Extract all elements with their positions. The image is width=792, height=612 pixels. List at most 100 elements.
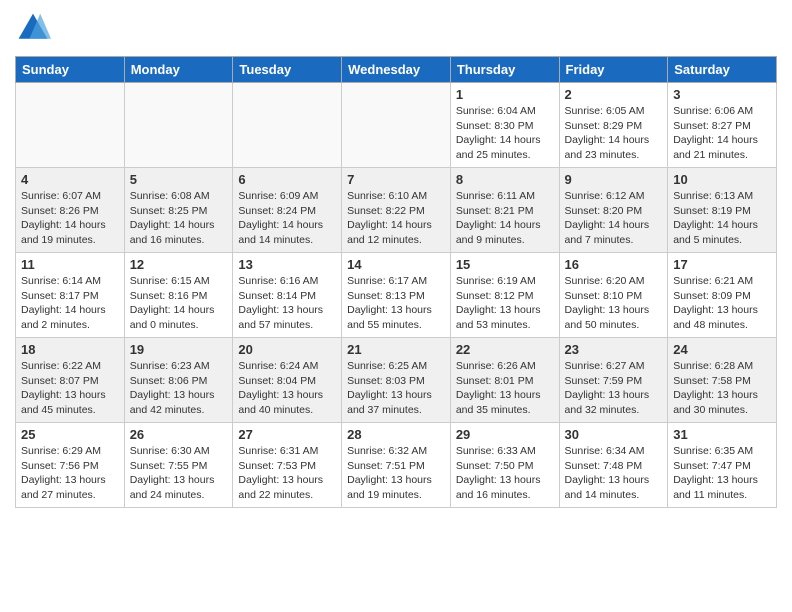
day-info: Sunrise: 6:07 AM Sunset: 8:26 PM Dayligh… — [21, 189, 119, 248]
logo-icon — [15, 10, 51, 46]
calendar-cell: 28 Sunrise: 6:32 AM Sunset: 7:51 PM Dayli… — [342, 423, 451, 508]
day-number: 31 — [673, 427, 771, 442]
day-info: Sunrise: 6:06 AM Sunset: 8:27 PM Dayligh… — [673, 104, 771, 163]
calendar-cell: 22Sunrise: 6:26 AM Sunset: 8:01 PM Dayli… — [450, 338, 559, 423]
header — [15, 10, 777, 46]
calendar-cell: 11 Sunrise: 6:14 AM Sunset: 8:17 PM Dayli… — [16, 253, 125, 338]
day-number: 17 — [673, 257, 771, 272]
calendar-cell: 13Sunrise: 6:16 AM Sunset: 8:14 PM Dayli… — [233, 253, 342, 338]
week-row-4: 18 Sunrise: 6:22 AM Sunset: 8:07 PM Dayli… — [16, 338, 777, 423]
day-number: 4 — [21, 172, 119, 187]
calendar-cell: 31 Sunrise: 6:35 AM Sunset: 7:47 PM Dayli… — [668, 423, 777, 508]
calendar-cell: 6 Sunrise: 6:09 AM Sunset: 8:24 PM Daylig… — [233, 168, 342, 253]
calendar-cell: 21 Sunrise: 6:25 AM Sunset: 8:03 PM Dayli… — [342, 338, 451, 423]
day-info: Sunrise: 6:09 AM Sunset: 8:24 PM Dayligh… — [238, 189, 336, 248]
day-number: 19 — [130, 342, 228, 357]
day-header-saturday: Saturday — [668, 57, 777, 83]
day-header-thursday: Thursday — [450, 57, 559, 83]
day-info: Sunrise: 6:35 AM Sunset: 7:47 PM Dayligh… — [673, 444, 771, 503]
calendar-cell: 14 Sunrise: 6:17 AM Sunset: 8:13 PM Dayli… — [342, 253, 451, 338]
week-row-2: 4 Sunrise: 6:07 AM Sunset: 8:26 PM Daylig… — [16, 168, 777, 253]
day-number: 8 — [456, 172, 554, 187]
day-number: 28 — [347, 427, 445, 442]
day-info: Sunrise: 6:16 AM Sunset: 8:14 PM Dayligh… — [238, 274, 336, 333]
calendar-cell: 5Sunrise: 6:08 AM Sunset: 8:25 PM Daylig… — [124, 168, 233, 253]
day-info: Sunrise: 6:25 AM Sunset: 8:03 PM Dayligh… — [347, 359, 445, 418]
day-number: 20 — [238, 342, 336, 357]
day-number: 6 — [238, 172, 336, 187]
day-number: 21 — [347, 342, 445, 357]
day-number: 16 — [565, 257, 663, 272]
day-number: 26 — [130, 427, 228, 442]
day-number: 22 — [456, 342, 554, 357]
day-info: Sunrise: 6:20 AM Sunset: 8:10 PM Dayligh… — [565, 274, 663, 333]
calendar-cell: 4 Sunrise: 6:07 AM Sunset: 8:26 PM Daylig… — [16, 168, 125, 253]
day-info: Sunrise: 6:32 AM Sunset: 7:51 PM Dayligh… — [347, 444, 445, 503]
day-number: 24 — [673, 342, 771, 357]
day-info: Sunrise: 6:31 AM Sunset: 7:53 PM Dayligh… — [238, 444, 336, 503]
calendar-header: SundayMondayTuesdayWednesdayThursdayFrid… — [16, 57, 777, 83]
day-info: Sunrise: 6:30 AM Sunset: 7:55 PM Dayligh… — [130, 444, 228, 503]
day-header-wednesday: Wednesday — [342, 57, 451, 83]
day-info: Sunrise: 6:23 AM Sunset: 8:06 PM Dayligh… — [130, 359, 228, 418]
day-info: Sunrise: 6:19 AM Sunset: 8:12 PM Dayligh… — [456, 274, 554, 333]
week-row-5: 25 Sunrise: 6:29 AM Sunset: 7:56 PM Dayli… — [16, 423, 777, 508]
day-info: Sunrise: 6:22 AM Sunset: 8:07 PM Dayligh… — [21, 359, 119, 418]
calendar-cell — [233, 83, 342, 168]
day-info: Sunrise: 6:27 AM Sunset: 7:59 PM Dayligh… — [565, 359, 663, 418]
calendar-cell: 2 Sunrise: 6:05 AM Sunset: 8:29 PM Daylig… — [559, 83, 668, 168]
day-info: Sunrise: 6:04 AM Sunset: 8:30 PM Dayligh… — [456, 104, 554, 163]
calendar-cell: 30Sunrise: 6:34 AM Sunset: 7:48 PM Dayli… — [559, 423, 668, 508]
calendar-cell: 9Sunrise: 6:12 AM Sunset: 8:20 PM Daylig… — [559, 168, 668, 253]
calendar-cell: 8 Sunrise: 6:11 AM Sunset: 8:21 PM Daylig… — [450, 168, 559, 253]
day-info: Sunrise: 6:21 AM Sunset: 8:09 PM Dayligh… — [673, 274, 771, 333]
day-number: 10 — [673, 172, 771, 187]
calendar-cell — [124, 83, 233, 168]
calendar-cell: 3 Sunrise: 6:06 AM Sunset: 8:27 PM Daylig… — [668, 83, 777, 168]
page: SundayMondayTuesdayWednesdayThursdayFrid… — [0, 0, 792, 518]
day-number: 23 — [565, 342, 663, 357]
day-info: Sunrise: 6:29 AM Sunset: 7:56 PM Dayligh… — [21, 444, 119, 503]
calendar-cell: 16 Sunrise: 6:20 AM Sunset: 8:10 PM Dayli… — [559, 253, 668, 338]
day-number: 27 — [238, 427, 336, 442]
day-info: Sunrise: 6:05 AM Sunset: 8:29 PM Dayligh… — [565, 104, 663, 163]
day-header-monday: Monday — [124, 57, 233, 83]
day-info: Sunrise: 6:33 AM Sunset: 7:50 PM Dayligh… — [456, 444, 554, 503]
calendar-cell: 12Sunrise: 6:15 AM Sunset: 8:16 PM Dayli… — [124, 253, 233, 338]
calendar-cell: 20 Sunrise: 6:24 AM Sunset: 8:04 PM Dayli… — [233, 338, 342, 423]
day-info: Sunrise: 6:24 AM Sunset: 8:04 PM Dayligh… — [238, 359, 336, 418]
day-info: Sunrise: 6:14 AM Sunset: 8:17 PM Dayligh… — [21, 274, 119, 333]
day-info: Sunrise: 6:15 AM Sunset: 8:16 PM Dayligh… — [130, 274, 228, 333]
day-number: 29 — [456, 427, 554, 442]
day-info: Sunrise: 6:28 AM Sunset: 7:58 PM Dayligh… — [673, 359, 771, 418]
day-info: Sunrise: 6:17 AM Sunset: 8:13 PM Dayligh… — [347, 274, 445, 333]
calendar-cell: 24 Sunrise: 6:28 AM Sunset: 7:58 PM Dayli… — [668, 338, 777, 423]
week-row-3: 11 Sunrise: 6:14 AM Sunset: 8:17 PM Dayli… — [16, 253, 777, 338]
day-number: 14 — [347, 257, 445, 272]
calendar-cell: 27 Sunrise: 6:31 AM Sunset: 7:53 PM Dayli… — [233, 423, 342, 508]
day-number: 18 — [21, 342, 119, 357]
calendar-cell: 7Sunrise: 6:10 AM Sunset: 8:22 PM Daylig… — [342, 168, 451, 253]
day-number: 11 — [21, 257, 119, 272]
calendar-cell: 19 Sunrise: 6:23 AM Sunset: 8:06 PM Dayli… — [124, 338, 233, 423]
day-header-tuesday: Tuesday — [233, 57, 342, 83]
day-info: Sunrise: 6:12 AM Sunset: 8:20 PM Dayligh… — [565, 189, 663, 248]
calendar-cell: 26 Sunrise: 6:30 AM Sunset: 7:55 PM Dayli… — [124, 423, 233, 508]
day-header-friday: Friday — [559, 57, 668, 83]
days-of-week-row: SundayMondayTuesdayWednesdayThursdayFrid… — [16, 57, 777, 83]
day-info: Sunrise: 6:10 AM Sunset: 8:22 PM Dayligh… — [347, 189, 445, 248]
day-number: 15 — [456, 257, 554, 272]
calendar-cell: 23 Sunrise: 6:27 AM Sunset: 7:59 PM Dayli… — [559, 338, 668, 423]
day-number: 25 — [21, 427, 119, 442]
calendar-cell: 1Sunrise: 6:04 AM Sunset: 8:30 PM Daylig… — [450, 83, 559, 168]
day-info: Sunrise: 6:08 AM Sunset: 8:25 PM Dayligh… — [130, 189, 228, 248]
day-number: 3 — [673, 87, 771, 102]
day-info: Sunrise: 6:11 AM Sunset: 8:21 PM Dayligh… — [456, 189, 554, 248]
calendar-cell: 17 Sunrise: 6:21 AM Sunset: 8:09 PM Dayli… — [668, 253, 777, 338]
calendar-cell: 15 Sunrise: 6:19 AM Sunset: 8:12 PM Dayli… — [450, 253, 559, 338]
day-number: 30 — [565, 427, 663, 442]
calendar-cell — [342, 83, 451, 168]
day-info: Sunrise: 6:13 AM Sunset: 8:19 PM Dayligh… — [673, 189, 771, 248]
day-number: 2 — [565, 87, 663, 102]
calendar-cell: 25 Sunrise: 6:29 AM Sunset: 7:56 PM Dayli… — [16, 423, 125, 508]
